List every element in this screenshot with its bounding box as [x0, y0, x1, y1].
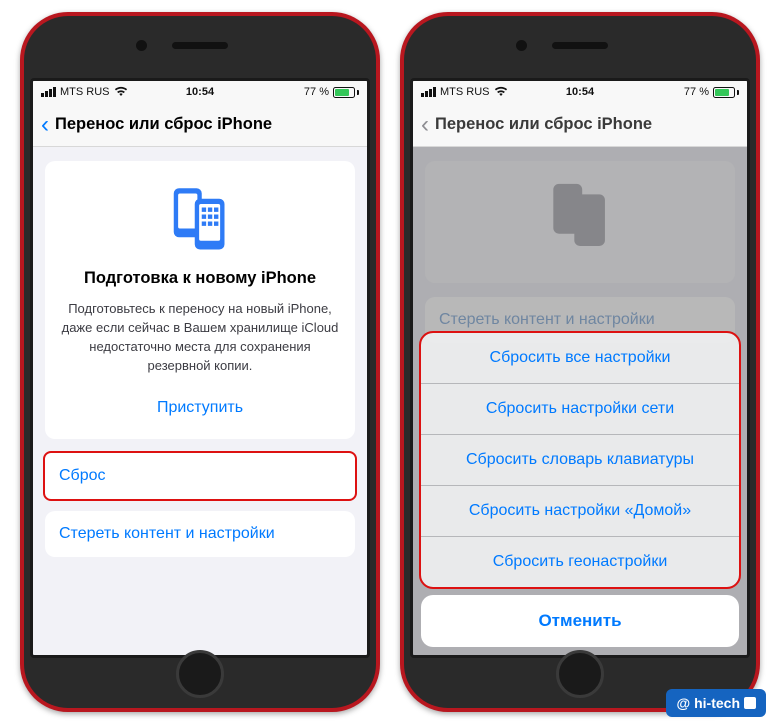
prepare-card: Подготовка к новому iPhone Подготовьтесь… — [45, 161, 355, 439]
home-button[interactable] — [176, 650, 224, 698]
two-phones-icon — [61, 183, 339, 253]
back-chevron-icon: ‹ — [421, 113, 433, 137]
nav-bar: ‹ Перенос или сброс iPhone — [413, 103, 747, 147]
action-sheet-menu: Сбросить все настройки Сбросить настройк… — [421, 333, 739, 587]
status-bar: MTS RUS 10:54 77 % — [413, 81, 747, 103]
carrier-label: MTS RUS — [440, 86, 490, 98]
watermark-badge: @ hi-tech — [666, 689, 766, 717]
battery-icon — [713, 87, 739, 98]
clock: 10:54 — [526, 86, 634, 98]
card-body: Подготовьтесь к переносу на новый iPhone… — [61, 300, 339, 375]
action-sheet: Сбросить все настройки Сбросить настройк… — [421, 333, 739, 647]
cellular-signal-icon — [41, 87, 56, 97]
front-camera — [136, 40, 147, 51]
battery-percent: 77 % — [684, 86, 709, 98]
front-camera — [516, 40, 527, 51]
start-button[interactable]: Приступить — [61, 393, 339, 423]
clock: 10:54 — [146, 86, 254, 98]
reset-network-settings[interactable]: Сбросить настройки сети — [421, 384, 739, 435]
card-title: Подготовка к новому iPhone — [61, 269, 339, 288]
watermark-text: hi-tech — [694, 695, 740, 711]
status-bar: MTS RUS 10:54 77 % — [33, 81, 367, 103]
cancel-button[interactable]: Отменить — [421, 595, 739, 647]
home-button[interactable] — [556, 650, 604, 698]
nav-bar: ‹ Перенос или сброс iPhone — [33, 103, 367, 147]
nav-title: Перенос или сброс iPhone — [435, 115, 652, 134]
at-symbol: @ — [676, 695, 690, 711]
reset-row[interactable]: Сброс — [45, 453, 355, 499]
phone-right: MTS RUS 10:54 77 % ‹ Перенос или сброс i… — [400, 12, 760, 712]
reset-all-settings[interactable]: Сбросить все настройки — [421, 333, 739, 384]
nav-title: Перенос или сброс iPhone — [55, 115, 272, 134]
battery-icon — [333, 87, 359, 98]
erase-row[interactable]: Стереть контент и настройки — [45, 511, 355, 557]
reset-location-settings[interactable]: Сбросить геонастройки — [421, 537, 739, 587]
reset-home-layout[interactable]: Сбросить настройки «Домой» — [421, 486, 739, 537]
earpiece — [172, 42, 228, 49]
cellular-signal-icon — [421, 87, 436, 97]
wifi-icon — [494, 86, 508, 99]
phone-left: MTS RUS 10:54 77 % ‹ Перенос или сброс i… — [20, 12, 380, 712]
wifi-icon — [114, 86, 128, 99]
options-list: Сброс Стереть контент и настройки — [45, 453, 355, 557]
battery-percent: 77 % — [304, 86, 329, 98]
carrier-label: MTS RUS — [60, 86, 110, 98]
screen-right: MTS RUS 10:54 77 % ‹ Перенос или сброс i… — [410, 78, 750, 658]
earpiece — [552, 42, 608, 49]
back-chevron-icon[interactable]: ‹ — [41, 113, 53, 137]
watermark-logo-icon — [744, 697, 756, 709]
screen-left: MTS RUS 10:54 77 % ‹ Перенос или сброс i… — [30, 78, 370, 658]
reset-keyboard-dictionary[interactable]: Сбросить словарь клавиатуры — [421, 435, 739, 486]
